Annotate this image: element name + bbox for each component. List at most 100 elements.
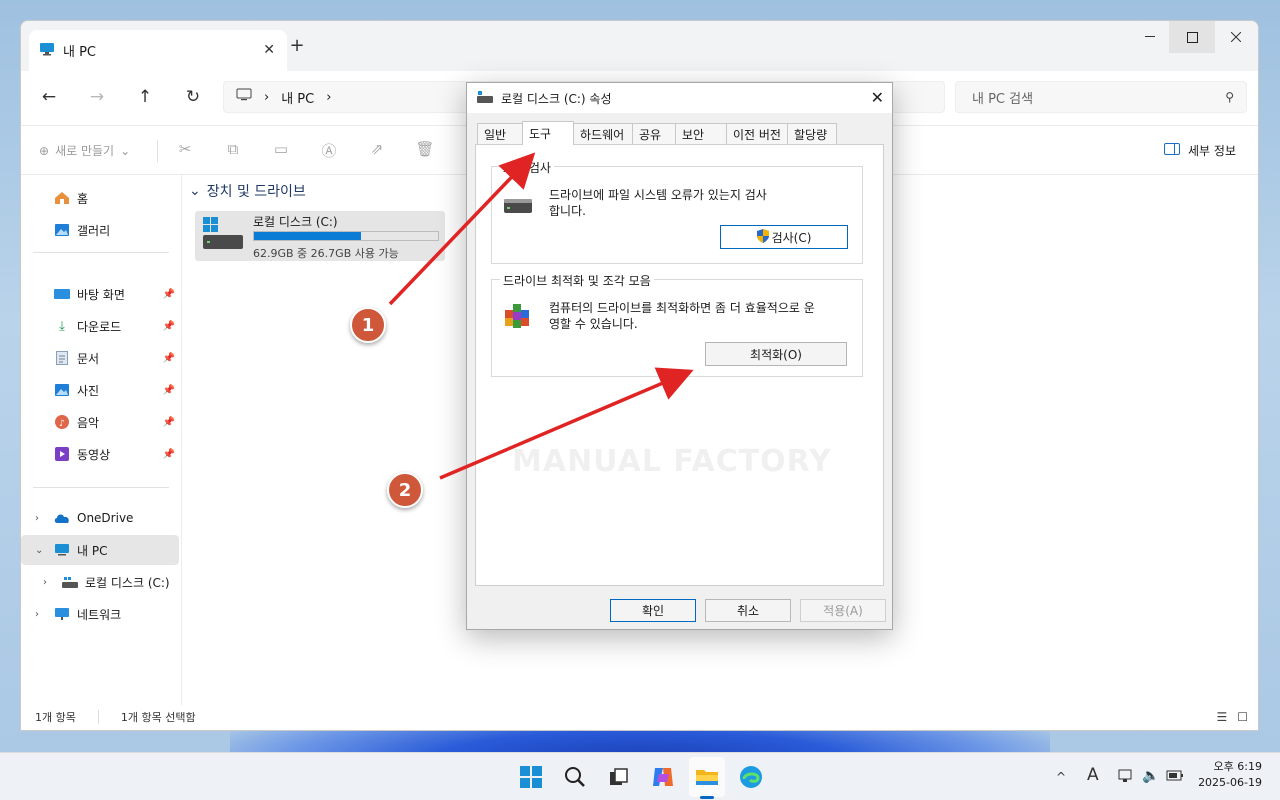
apply-button[interactable]: 적용(A) [800, 599, 886, 622]
sidebar-item-documents[interactable]: 문서 📌 [21, 343, 179, 373]
drive-icon [201, 215, 245, 254]
sidebar-item-music[interactable]: ♪ 음악 📌 [21, 407, 179, 437]
tools-panel: 오류 검사 드라이브에 파일 시스템 오류가 있는지 검사 합니다. 검사(C)… [475, 144, 884, 586]
sidebar-item-downloads[interactable]: ⤓ 다운로드 📌 [21, 311, 179, 341]
details-view-icon[interactable]: ☰ [1216, 710, 1227, 724]
step-marker-1: 1 [350, 307, 386, 343]
search-icon: ⚲ [1225, 90, 1234, 104]
sidebar-item-pictures[interactable]: 사진 📌 [21, 375, 179, 405]
sidebar-item-this-pc[interactable]: ⌄ 내 PC [21, 535, 179, 565]
properties-dialog: 로컬 디스크 (C:) 속성 ✕ 일반 도구 하드웨어 공유 보안 이전 버전 … [466, 82, 893, 630]
start-icon[interactable] [517, 763, 545, 791]
sidebar-item-videos[interactable]: 동영상 📌 [21, 439, 179, 469]
search-icon[interactable] [561, 763, 589, 791]
monitor-icon [53, 541, 71, 559]
sidebar-item-network[interactable]: › 네트워크 [21, 599, 179, 629]
breadcrumb-chevron[interactable]: › [326, 90, 331, 105]
rename-icon[interactable]: Ⓐ [319, 140, 339, 160]
edge-icon[interactable] [737, 763, 765, 791]
cancel-button[interactable]: 취소 [705, 599, 791, 622]
download-icon: ⤓ [59, 318, 65, 334]
up-arrow-icon[interactable]: ↑ [133, 85, 157, 109]
group-header[interactable]: ⌄ 장치 및 드라이브 [189, 181, 306, 201]
pin-icon[interactable]: 📌 [163, 289, 175, 300]
optimize-text-1: 컴퓨터의 드라이브를 최적화하면 좀 더 효율적으로 운 [549, 301, 815, 315]
divider [181, 175, 182, 705]
drive-usage-fill [254, 232, 361, 240]
sidebar-item-gallery[interactable]: 갤러리 [21, 215, 179, 245]
watermark: MANUAL FACTORY [512, 444, 832, 479]
tiles-view-icon[interactable]: ☐ [1237, 710, 1248, 724]
paste-icon[interactable]: ▭ [271, 140, 291, 160]
chevron-down-icon[interactable]: ⌄ [35, 545, 43, 556]
dialog-title-bar: 로컬 디스크 (C:) 속성 ✕ [467, 83, 892, 113]
copy-icon[interactable]: ⧉ [223, 140, 243, 160]
battery-icon[interactable] [1166, 768, 1184, 786]
tab-security[interactable]: 보안 [675, 123, 727, 144]
item-count: 1개 항목 [35, 711, 76, 724]
task-view-icon[interactable] [605, 763, 633, 791]
pin-icon[interactable]: 📌 [163, 417, 175, 428]
cut-icon[interactable]: ✂ [175, 140, 195, 160]
pin-icon[interactable]: 📌 [163, 449, 175, 460]
search-input[interactable]: 내 PC 검색 ⚲ [955, 81, 1247, 113]
check-button-label: 검사(C) [771, 230, 812, 245]
file-explorer-icon[interactable] [693, 763, 721, 791]
tray-overflow-icon[interactable]: ^ [1056, 770, 1066, 784]
drive-item[interactable]: 로컬 디스크 (C:) 62.9GB 중 26.7GB 사용 가능 [195, 211, 445, 261]
maximize-button[interactable] [1169, 21, 1215, 53]
sidebar-item-local-disk[interactable]: › 로컬 디스크 (C:) [21, 567, 179, 597]
tab-general[interactable]: 일반 [477, 123, 523, 144]
close-icon[interactable]: ✕ [871, 88, 884, 107]
defrag-icon [503, 300, 533, 335]
ime-indicator[interactable]: A [1087, 765, 1099, 785]
drive-icon [61, 573, 79, 591]
clock[interactable]: 오후 6:19 2025-06-19 [1198, 759, 1262, 791]
disk-check-icon [503, 195, 533, 218]
details-button[interactable]: 세부 정보 [1164, 142, 1236, 159]
minimize-button[interactable] [1127, 21, 1173, 53]
new-tab-button[interactable]: + [285, 35, 309, 56]
forward-arrow-icon[interactable]: → [85, 85, 109, 109]
sidebar-item-desktop[interactable]: 바탕 화면 📌 [21, 279, 179, 309]
tab-quota[interactable]: 할당량 [787, 123, 837, 144]
pin-icon[interactable]: 📌 [163, 321, 175, 332]
home-icon [53, 189, 71, 207]
copilot-icon[interactable] [649, 763, 677, 791]
monitor-icon [39, 42, 55, 60]
drive-usage-bar [253, 231, 439, 241]
optimize-button[interactable]: 최적화(O) [705, 342, 847, 366]
chevron-right-icon[interactable]: › [35, 513, 39, 524]
back-arrow-icon[interactable]: ← [37, 85, 61, 109]
navigation-pane: 홈 갤러리 바탕 화면 📌 ⤓ 다운로드 📌 문서 📌 사진 📌 ♪ 음악 📌 … [21, 175, 181, 705]
breadcrumb-this-pc[interactable]: 내 PC [281, 88, 314, 107]
chevron-down-icon: ⌄ [120, 143, 131, 158]
breadcrumb-chevron[interactable]: › [264, 90, 269, 105]
tab-sharing[interactable]: 공유 [632, 123, 676, 144]
share-icon[interactable]: ⇗ [367, 140, 387, 160]
tab-hardware[interactable]: 하드웨어 [573, 123, 633, 144]
tab-previous-versions[interactable]: 이전 버전 [726, 123, 788, 144]
pin-icon[interactable]: 📌 [163, 353, 175, 364]
delete-icon[interactable]: 🗑 [415, 140, 435, 160]
chevron-right-icon[interactable]: › [43, 577, 47, 588]
error-check-text-2: 합니다. [549, 204, 586, 218]
pin-icon[interactable]: 📌 [163, 385, 175, 396]
details-pane-icon [1164, 143, 1181, 158]
drive-name: 로컬 디스크 (C:) [253, 215, 338, 229]
check-button[interactable]: 검사(C) [720, 225, 848, 249]
refresh-icon[interactable]: ↻ [181, 85, 205, 109]
tab-close-icon[interactable]: ✕ [263, 42, 275, 58]
sidebar-item-home[interactable]: 홈 [21, 183, 179, 213]
close-button[interactable] [1213, 21, 1258, 53]
network-status-icon[interactable] [1118, 768, 1134, 788]
explorer-tab[interactable]: 내 PC ✕ [29, 30, 287, 71]
chevron-right-icon[interactable]: › [35, 609, 39, 620]
error-check-group: 오류 검사 드라이브에 파일 시스템 오류가 있는지 검사 합니다. 검사(C) [491, 159, 863, 264]
new-button[interactable]: ⊕ 새로 만들기 ⌄ [39, 142, 130, 159]
search-placeholder: 내 PC 검색 [972, 91, 1034, 107]
volume-icon[interactable]: 🔈 [1142, 768, 1159, 784]
sidebar-item-onedrive[interactable]: › OneDrive [21, 503, 179, 533]
ok-button[interactable]: 확인 [610, 599, 696, 622]
tab-tools[interactable]: 도구 [522, 121, 574, 145]
